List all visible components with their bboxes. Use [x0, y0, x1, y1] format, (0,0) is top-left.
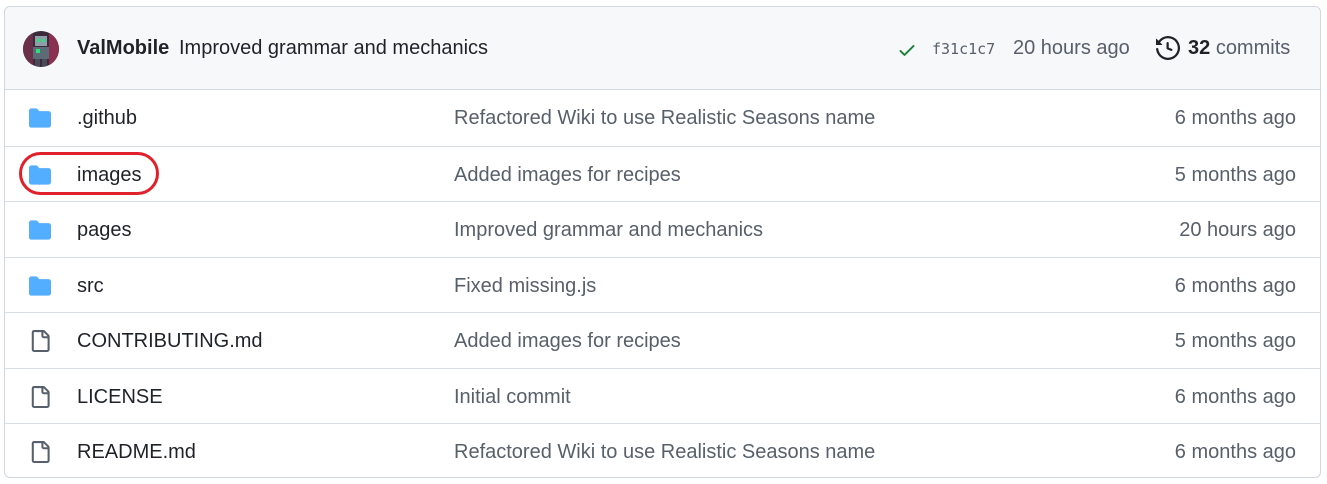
file-row-images[interactable]: images Added images for recipes 5 months… [5, 145, 1320, 202]
file-row-license[interactable]: LICENSE Initial commit 6 months ago [5, 367, 1320, 424]
file-commit-message[interactable]: Improved grammar and mechanics [454, 219, 763, 242]
file-icon [31, 441, 50, 463]
folder-icon [29, 108, 51, 128]
user-avatar-icon [23, 31, 59, 67]
avatar[interactable] [23, 31, 59, 67]
file-row-readme[interactable]: README.md Refactored Wiki to use Realist… [5, 423, 1320, 477]
check-icon[interactable] [897, 40, 917, 60]
file-row-github[interactable]: .github Refactored Wiki to use Realistic… [5, 90, 1320, 146]
file-commit-time: 6 months ago [1174, 385, 1296, 408]
file-browser: ValMobile Improved grammar and mechanics… [4, 6, 1321, 478]
file-commit-time: 5 months ago [1174, 163, 1296, 186]
file-row-src[interactable]: src Fixed missing.js 6 months ago [5, 256, 1320, 313]
file-icon [31, 385, 50, 408]
folder-icon [29, 275, 51, 296]
file-name[interactable]: CONTRIBUTING.md [77, 330, 263, 353]
file-name[interactable]: images [77, 164, 141, 187]
file-name[interactable]: pages [77, 219, 132, 242]
file-commit-message[interactable]: Fixed missing.js [454, 275, 596, 298]
file-name[interactable]: .github [77, 107, 137, 130]
commits-link[interactable]: 32 commits [1188, 37, 1290, 60]
file-name[interactable]: LICENSE [77, 386, 163, 409]
latest-commit-bar: ValMobile Improved grammar and mechanics… [5, 7, 1320, 90]
file-row-pages[interactable]: pages Improved grammar and mechanics 20 … [5, 201, 1320, 257]
file-commit-time: 20 hours ago [1179, 219, 1296, 241]
commit-sha[interactable]: f31c1c7 [932, 40, 995, 58]
file-row-contributing[interactable]: CONTRIBUTING.md Added images for recipes… [5, 312, 1320, 368]
commit-time: 20 hours ago [1013, 37, 1130, 59]
file-commit-message[interactable]: Initial commit [454, 386, 571, 409]
folder-icon [29, 220, 51, 240]
file-commit-message[interactable]: Refactored Wiki to use Realistic Seasons… [454, 107, 875, 130]
file-icon [31, 330, 50, 352]
commits-label: commits [1215, 37, 1291, 59]
folder-icon [29, 164, 51, 185]
commits-count: 32 [1188, 37, 1211, 59]
file-commit-message[interactable]: Added images for recipes [454, 164, 681, 187]
commit-author[interactable]: ValMobile [77, 37, 169, 60]
file-commit-time: 6 months ago [1174, 107, 1296, 129]
file-commit-time: 6 months ago [1174, 441, 1296, 463]
file-name[interactable]: README.md [77, 441, 196, 464]
file-name[interactable]: src [77, 275, 104, 298]
commit-message[interactable]: Improved grammar and mechanics [179, 37, 488, 60]
history-icon[interactable] [1156, 36, 1180, 60]
file-commit-time: 6 months ago [1174, 274, 1296, 297]
file-commit-message[interactable]: Refactored Wiki to use Realistic Seasons… [454, 441, 875, 464]
file-commit-time: 5 months ago [1174, 330, 1296, 352]
file-list: .github Refactored Wiki to use Realistic… [5, 90, 1320, 477]
file-commit-message[interactable]: Added images for recipes [454, 330, 681, 353]
